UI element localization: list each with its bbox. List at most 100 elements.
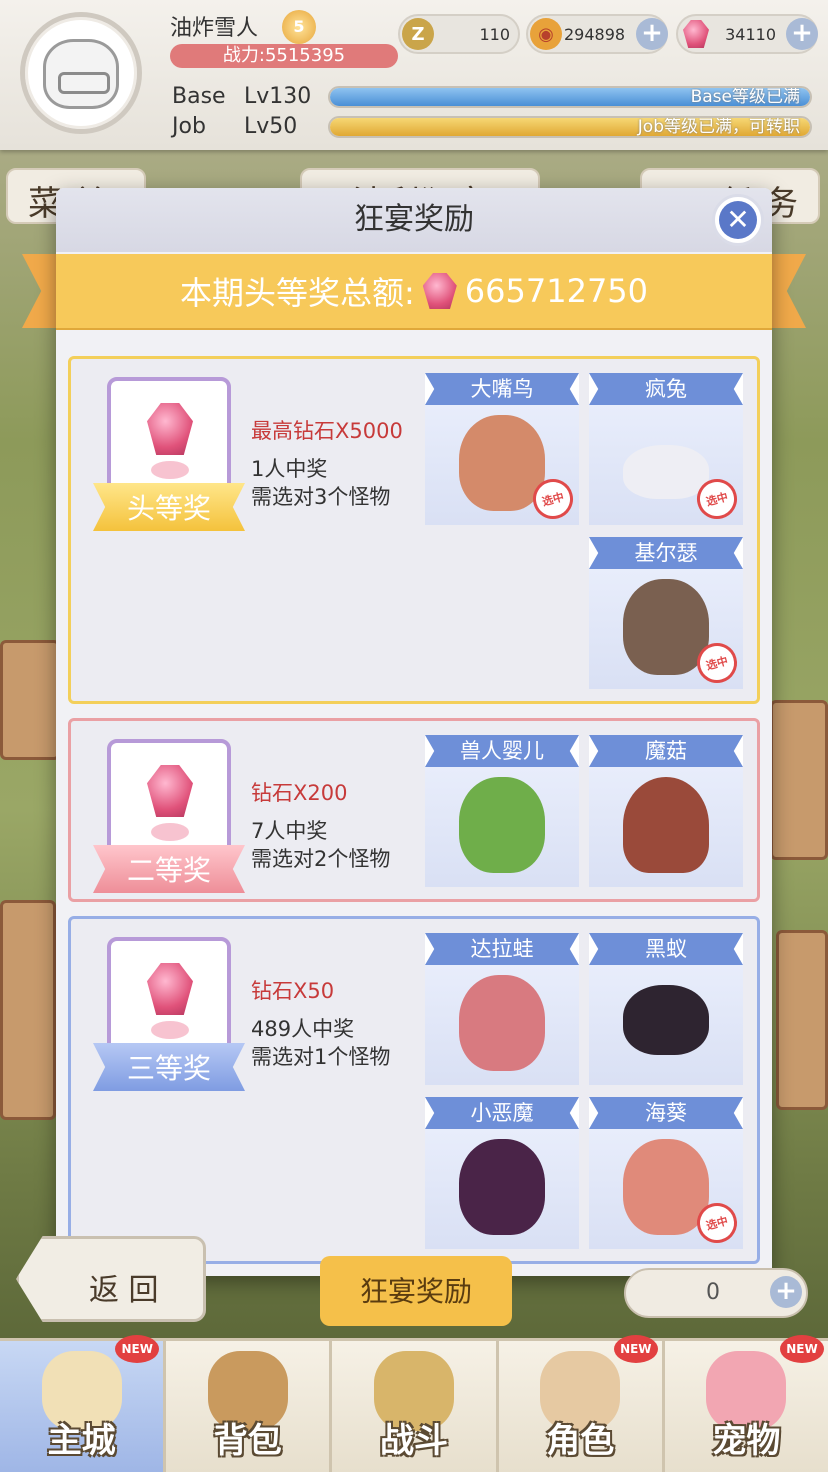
nav-character[interactable]: 角色 NEW [498, 1335, 665, 1472]
third-prize-section: 三等奖 钻石X50 489人中奖 需选对1个怪物 达拉蛙 黑蚁 小恶魔 海葵 选… [68, 916, 760, 1264]
prize-requirement: 需选对1个怪物 [251, 1045, 391, 1069]
monster-name: 基尔瑟 [589, 537, 743, 569]
base-exp-status: Base等级已满 [690, 87, 800, 107]
monster-card[interactable]: 兽人婴儿 [425, 735, 579, 887]
prize-reward: 钻石X50 [251, 979, 335, 1003]
nav-label: 角色 [546, 1421, 615, 1461]
base-level-row: Base Lv130 [172, 84, 311, 109]
jackpot-banner: 本期头等奖总额: 665712750 [56, 254, 772, 328]
close-button[interactable]: ✕ [712, 194, 764, 246]
base-exp-bar: Base等级已满 [328, 86, 812, 108]
monster-name: 海葵 [589, 1097, 743, 1129]
new-badge: NEW [115, 1335, 160, 1363]
feast-reward-button[interactable]: 狂宴奖励 [320, 1256, 512, 1326]
z-coin-icon: Z [402, 18, 434, 50]
prize-requirement: 需选对2个怪物 [251, 847, 391, 871]
job-exp-bar: Job等级已满，可转职 [328, 116, 812, 138]
nav-label: 战斗 [380, 1421, 448, 1461]
second-prize-section: 二等奖 钻石X200 7人中奖 需选对2个怪物 兽人婴儿 魔菇 [68, 718, 760, 902]
prize-reward: 钻石X200 [251, 781, 348, 805]
job-level-row: Job Lv50 [172, 114, 297, 139]
prize-card: 三等奖 [93, 937, 245, 1091]
monster-card[interactable]: 黑蚁 [589, 933, 743, 1085]
new-badge: NEW [613, 1335, 658, 1363]
dialog-title: 狂宴奖励 [56, 188, 772, 252]
monster-name: 兽人婴儿 [425, 735, 579, 767]
jackpot-label: 本期头等奖总额: [179, 274, 415, 312]
nav-pet[interactable]: 宠物 NEW [664, 1335, 828, 1472]
player-header: 油炸雪人 5 战力:5515395 Z 110 ◉ 294898 + 34110… [0, 0, 828, 150]
z-coin-counter: Z 110 [398, 14, 520, 54]
add-ticket-button[interactable]: + [770, 1276, 802, 1308]
monster-card[interactable]: 海葵 选中 [589, 1097, 743, 1249]
diamond-icon [147, 963, 193, 1015]
vip-level-badge: 5 [282, 10, 316, 44]
diamond-icon [147, 403, 193, 455]
prize-tier-label: 三等奖 [93, 1043, 245, 1091]
monster-portrait [623, 777, 709, 873]
ticket-count: 0 [706, 1280, 720, 1305]
monster-card[interactable]: 大嘴鸟 选中 [425, 373, 579, 525]
monster-portrait [459, 777, 545, 873]
add-gold-button[interactable]: + [636, 18, 668, 50]
diamond-value: 34110 [725, 25, 776, 44]
monster-name: 大嘴鸟 [425, 373, 579, 405]
prize-card: 二等奖 [93, 739, 245, 893]
avatar-portrait [43, 39, 119, 109]
nav-battle[interactable]: 战斗 [332, 1341, 499, 1472]
prize-winners: 7人中奖 [251, 819, 328, 843]
prize-requirement: 需选对3个怪物 [251, 485, 391, 509]
monster-name: 疯兔 [589, 373, 743, 405]
z-coin-value: 110 [479, 25, 510, 44]
feast-reward-dialog: 狂宴奖励 ✕ 本期头等奖总额: 665712750 头等奖 最高钻石X5000 … [56, 188, 772, 1276]
job-label: Job [172, 114, 206, 139]
monster-card[interactable]: 基尔瑟 选中 [589, 537, 743, 689]
first-prize-section: 头等奖 最高钻石X5000 1人中奖 需选对3个怪物 大嘴鸟 选中 疯兔 选中 … [68, 356, 760, 704]
player-name: 油炸雪人 [170, 16, 259, 41]
background-building [770, 700, 828, 860]
ticket-counter: 0 + [624, 1268, 808, 1318]
bottom-nav: 主城 NEW 背包 战斗 角色 NEW 宠物 NEW [0, 1335, 828, 1472]
monster-card[interactable]: 疯兔 选中 [589, 373, 743, 525]
jackpot-value: 665712750 [464, 272, 649, 310]
nav-label: 宠物 [712, 1421, 781, 1461]
monster-card[interactable]: 达拉蛙 [425, 933, 579, 1085]
monster-portrait [623, 445, 709, 499]
monster-name: 达拉蛙 [425, 933, 579, 965]
monster-card[interactable]: 小恶魔 [425, 1097, 579, 1249]
close-icon: ✕ [719, 201, 757, 239]
monster-name: 黑蚁 [589, 933, 743, 965]
gold-counter: ◉ 294898 + [526, 14, 668, 54]
combat-power: 战力:5515395 [170, 44, 398, 68]
monster-name: 小恶魔 [425, 1097, 579, 1129]
base-label: Base [172, 84, 226, 109]
monster-card[interactable]: 魔菇 [589, 735, 743, 887]
back-button[interactable]: 返 回 [16, 1236, 206, 1322]
background-building [776, 930, 828, 1110]
diamond-icon [422, 273, 457, 309]
gold-value: 294898 [564, 25, 626, 44]
gold-coin-icon: ◉ [530, 18, 562, 50]
monster-name: 魔菇 [589, 735, 743, 767]
prize-reward: 最高钻石X5000 [251, 419, 403, 443]
diamond-icon [147, 765, 193, 817]
background-building [0, 640, 60, 760]
monster-portrait [459, 975, 545, 1071]
job-level: Lv50 [244, 114, 298, 139]
diamond-counter: 34110 + [676, 14, 818, 54]
nav-label: 背包 [213, 1421, 282, 1461]
prize-winners: 1人中奖 [251, 457, 328, 481]
nav-main-city[interactable]: 主城 NEW [0, 1335, 167, 1472]
prize-tier-label: 二等奖 [93, 845, 245, 893]
avatar[interactable] [20, 12, 142, 134]
background-building [0, 900, 56, 1120]
nav-bag[interactable]: 背包 [166, 1341, 333, 1472]
add-diamond-button[interactable]: + [786, 18, 818, 50]
prize-winners: 489人中奖 [251, 1017, 355, 1041]
monster-portrait [623, 985, 709, 1055]
prize-card: 头等奖 [93, 377, 245, 531]
monster-portrait [459, 1139, 545, 1235]
nav-label: 主城 [47, 1421, 116, 1461]
prize-tier-label: 头等奖 [93, 483, 245, 531]
job-exp-status: Job等级已满，可转职 [637, 117, 800, 137]
